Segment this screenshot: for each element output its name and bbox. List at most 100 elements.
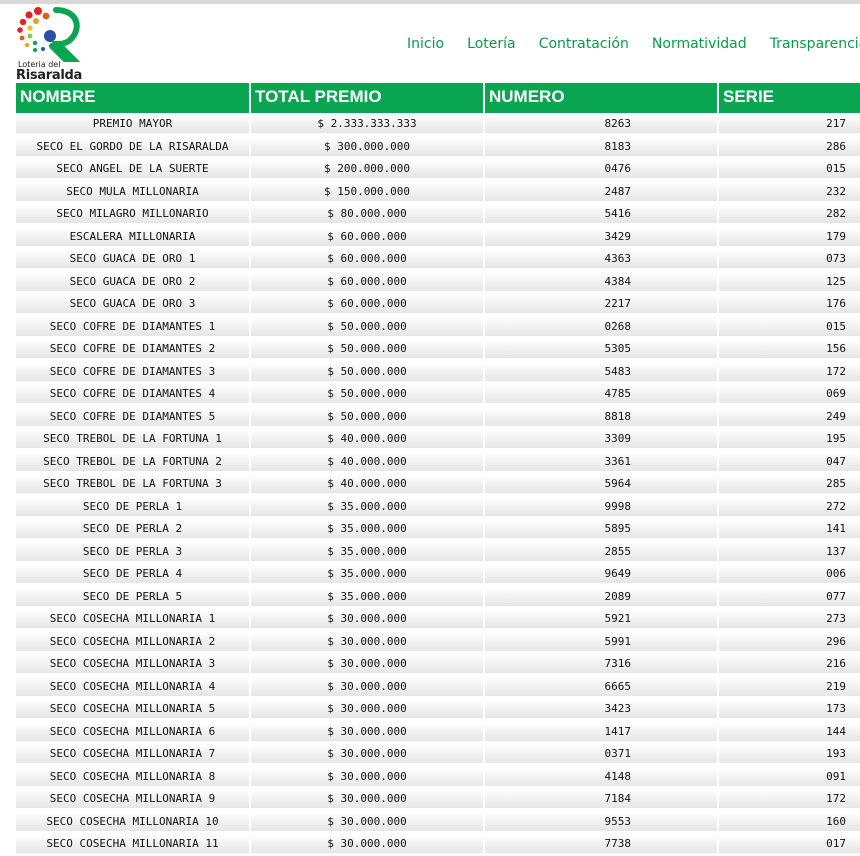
cell-serie: 137	[719, 542, 860, 561]
cell-nombre: SECO COFRE DE DIAMANTES 2	[16, 340, 251, 358]
table-row: SECO TREBOL DE LA FORTUNA 1 $ 40.000.000 3…	[16, 428, 860, 451]
cell-serie: 249	[719, 407, 860, 426]
cell-serie: 156	[719, 340, 860, 358]
table-row: SECO COFRE DE DIAMANTES 4 $ 50.000.000 478…	[16, 383, 860, 406]
cell-nombre: SECO COSECHA MILLONARIA 9	[16, 790, 251, 808]
cell-total-premio: $ 80.000.000	[251, 205, 485, 223]
main-nav: Inicio Lotería Contratación Normatividad…	[407, 33, 860, 52]
cell-total-premio: $ 60.000.000	[251, 227, 485, 246]
cell-total-premio: $ 40.000.000	[251, 475, 485, 493]
site-logo[interactable]: Loteria del Risaralda	[16, 6, 86, 83]
cell-total-premio: $ 60.000.000	[251, 250, 485, 268]
cell-serie: 172	[719, 790, 860, 808]
cell-serie: 282	[719, 205, 860, 223]
cell-numero: 4363	[485, 250, 719, 268]
cell-numero: 5483	[485, 362, 719, 381]
table-row: SECO MULA MILLONARIA $ 150.000.000 2487 232	[16, 181, 860, 204]
cell-total-premio: $ 30.000.000	[251, 745, 485, 763]
table-header: NOMBRE TOTAL PREMIO NUMERO SERIE	[16, 83, 860, 113]
logo-emblem-icon	[17, 7, 81, 62]
table-row: SECO DE PERLA 3 $ 35.000.000 2855 137	[16, 541, 860, 564]
cell-numero: 5964	[485, 475, 719, 493]
cell-numero: 1417	[485, 722, 719, 741]
cell-numero: 9553	[485, 812, 719, 831]
table-row: SECO DE PERLA 5 $ 35.000.000 2089 077	[16, 586, 860, 609]
nav-transparencia[interactable]: Transparencia	[770, 36, 860, 52]
nav-contratacion[interactable]: Contratación	[539, 36, 629, 52]
cell-total-premio: $ 30.000.000	[251, 655, 485, 673]
table-row: SECO DE PERLA 1 $ 35.000.000 9998 272	[16, 496, 860, 519]
cell-total-premio: $ 35.000.000	[251, 587, 485, 606]
cell-nombre: ESCALERA MILLONARIA	[16, 227, 251, 246]
cell-serie: 232	[719, 182, 860, 201]
cell-nombre: SECO COFRE DE DIAMANTES 1	[16, 317, 251, 336]
cell-nombre: SECO COSECHA MILLONARIA 3	[16, 655, 251, 673]
header-numero: NUMERO	[485, 83, 719, 113]
cell-nombre: SECO COSECHA MILLONARIA 6	[16, 722, 251, 741]
cell-serie: 073	[719, 250, 860, 268]
cell-total-premio: $ 300.000.000	[251, 137, 485, 156]
table-row: SECO COFRE DE DIAMANTES 3 $ 50.000.000 548…	[16, 361, 860, 384]
cell-total-premio: $ 200.000.000	[251, 160, 485, 178]
cell-total-premio: $ 30.000.000	[251, 632, 485, 651]
cell-serie: 285	[719, 475, 860, 493]
cell-numero: 2089	[485, 587, 719, 606]
cell-nombre: SECO COFRE DE DIAMANTES 3	[16, 362, 251, 381]
cell-numero: 3423	[485, 700, 719, 718]
cell-numero: 0268	[485, 317, 719, 336]
cell-serie: 193	[719, 745, 860, 763]
cell-nombre: SECO ANGEL DE LA SUERTE	[16, 160, 251, 178]
cell-nombre: SECO COSECHA MILLONARIA 8	[16, 767, 251, 786]
table-row: SECO COFRE DE DIAMANTES 5 $ 50.000.000 881…	[16, 406, 860, 429]
table-body: PREMIO MAYOR $ 2.333.333.333 8263 217 SECO E…	[16, 113, 860, 856]
cell-serie: 125	[719, 272, 860, 291]
table-row: SECO DE PERLA 2 $ 35.000.000 5895 141	[16, 518, 860, 541]
top-border	[0, 0, 860, 4]
table-row: PREMIO MAYOR $ 2.333.333.333 8263 217	[16, 113, 860, 136]
cell-total-premio: $ 60.000.000	[251, 272, 485, 291]
cell-nombre: SECO GUACA DE ORO 1	[16, 250, 251, 268]
cell-nombre: SECO MILAGRO MILLONARIO	[16, 205, 251, 223]
table-row: SECO COSECHA MILLONARIA 11 $ 30.000.000 77…	[16, 833, 860, 856]
results-table: NOMBRE TOTAL PREMIO NUMERO SERIE PREMIO …	[16, 83, 860, 856]
table-row: SECO GUACA DE ORO 3 $ 60.000.000 2217 176	[16, 293, 860, 316]
cell-numero: 0476	[485, 160, 719, 178]
nav-normatividad[interactable]: Normatividad	[652, 36, 747, 52]
cell-numero: 8183	[485, 137, 719, 156]
cell-nombre: SECO COSECHA MILLONARIA 7	[16, 745, 251, 763]
table-row: SECO COSECHA MILLONARIA 1 $ 30.000.000 592…	[16, 608, 860, 631]
cell-total-premio: $ 30.000.000	[251, 812, 485, 831]
cell-serie: 179	[719, 227, 860, 246]
nav-inicio[interactable]: Inicio	[407, 36, 444, 52]
cell-serie: 077	[719, 587, 860, 606]
cell-nombre: SECO TREBOL DE LA FORTUNA 2	[16, 452, 251, 471]
table-row: SECO TREBOL DE LA FORTUNA 3 $ 40.000.000 5…	[16, 473, 860, 496]
table-row: SECO GUACA DE ORO 2 $ 60.000.000 4384 125	[16, 271, 860, 294]
cell-serie: 286	[719, 137, 860, 156]
cell-serie: 172	[719, 362, 860, 381]
table-row: SECO COSECHA MILLONARIA 2 $ 30.000.000 599…	[16, 631, 860, 654]
cell-nombre: SECO DE PERLA 4	[16, 565, 251, 583]
nav-loteria[interactable]: Lotería	[467, 36, 515, 52]
cell-total-premio: $ 30.000.000	[251, 767, 485, 786]
cell-nombre: SECO MULA MILLONARIA	[16, 182, 251, 201]
cell-nombre: SECO COSECHA MILLONARIA 5	[16, 700, 251, 718]
table-row: SECO DE PERLA 4 $ 35.000.000 9649 006	[16, 563, 860, 586]
cell-serie: 216	[719, 655, 860, 673]
cell-nombre: SECO COSECHA MILLONARIA 4	[16, 677, 251, 696]
cell-serie: 219	[719, 677, 860, 696]
cell-numero: 6665	[485, 677, 719, 696]
cell-serie: 217	[719, 115, 860, 133]
cell-numero: 9649	[485, 565, 719, 583]
cell-numero: 2855	[485, 542, 719, 561]
cell-total-premio: $ 40.000.000	[251, 452, 485, 471]
cell-nombre: SECO DE PERLA 2	[16, 520, 251, 538]
cell-numero: 4148	[485, 767, 719, 786]
cell-numero: 3309	[485, 430, 719, 448]
cell-numero: 8263	[485, 115, 719, 133]
cell-total-premio: $ 35.000.000	[251, 520, 485, 538]
cell-numero: 7184	[485, 790, 719, 808]
cell-nombre: SECO TREBOL DE LA FORTUNA 3	[16, 475, 251, 493]
cell-numero: 4785	[485, 385, 719, 403]
table-row: SECO COSECHA MILLONARIA 10 $ 30.000.000 95…	[16, 811, 860, 834]
